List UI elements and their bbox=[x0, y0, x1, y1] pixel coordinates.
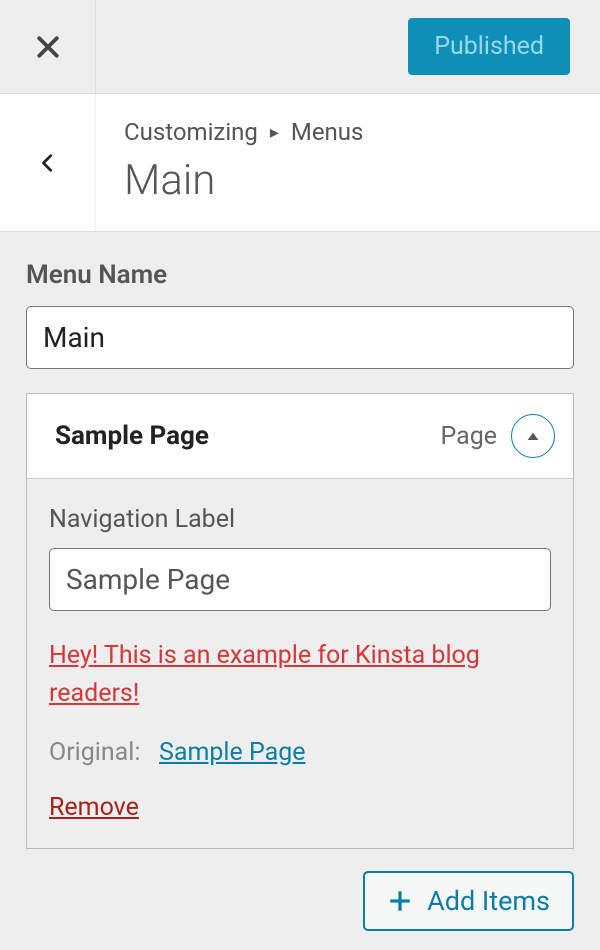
back-button[interactable] bbox=[0, 94, 96, 231]
remove-link[interactable]: Remove bbox=[49, 793, 139, 822]
menu-name-input[interactable] bbox=[26, 306, 574, 369]
menu-item-header[interactable]: Sample Page Page bbox=[27, 394, 573, 479]
original-prefix: Original: bbox=[49, 738, 140, 767]
menu-name-label: Menu Name bbox=[26, 260, 574, 290]
close-icon bbox=[33, 32, 63, 62]
breadcrumb-separator: ▸ bbox=[270, 122, 279, 143]
page-title: Main bbox=[124, 156, 590, 205]
chevron-left-icon bbox=[37, 152, 59, 174]
close-button[interactable] bbox=[0, 0, 96, 94]
triangle-up-icon bbox=[525, 428, 541, 444]
menu-item-type: Page bbox=[440, 422, 497, 451]
add-items-button[interactable]: Add Items bbox=[363, 871, 574, 931]
collapse-button[interactable] bbox=[511, 414, 555, 458]
breadcrumb-root: Customizing bbox=[124, 118, 258, 146]
navigation-label-input[interactable] bbox=[49, 548, 551, 611]
publish-button[interactable]: Published bbox=[408, 18, 570, 75]
navigation-label-heading: Navigation Label bbox=[49, 505, 551, 534]
menu-item-title: Sample Page bbox=[55, 421, 440, 451]
original-line: Original: Sample Page bbox=[49, 738, 551, 767]
breadcrumb-section: Menus bbox=[291, 118, 364, 146]
description-link[interactable]: Hey! This is an example for Kinsta blog … bbox=[49, 637, 551, 712]
add-items-label: Add Items bbox=[427, 885, 550, 917]
breadcrumb: Customizing ▸ Menus bbox=[124, 118, 590, 146]
original-link[interactable]: Sample Page bbox=[159, 738, 305, 767]
plus-icon bbox=[387, 888, 413, 914]
